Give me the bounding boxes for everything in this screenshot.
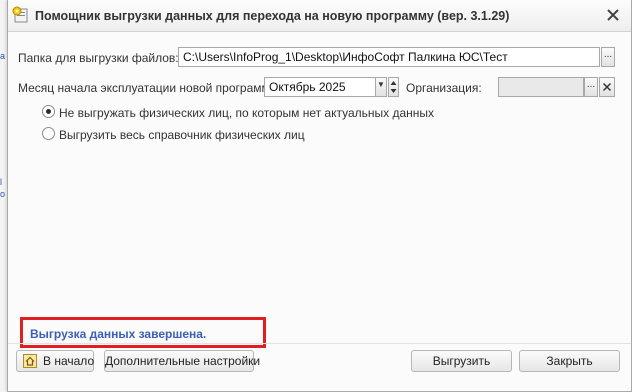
month-spin-button[interactable] (388, 77, 399, 97)
title-bar[interactable]: Помощник выгрузки данных для перехода на… (8, 0, 631, 32)
status-message: Выгрузка данных завершена. (30, 327, 207, 341)
organization-clear-button[interactable] (599, 77, 615, 97)
home-icon (23, 354, 37, 368)
radio-skip-inactive[interactable] (42, 105, 55, 118)
window-title: Помощник выгрузки данных для перехода на… (35, 9, 510, 23)
close-icon[interactable] (605, 7, 621, 23)
footer-divider (8, 343, 631, 344)
folder-label: Папка для выгрузки файлов: (18, 51, 179, 65)
month-label: Месяц начала эксплуатации новой программ… (18, 81, 282, 95)
radio-export-all[interactable] (42, 127, 55, 140)
folder-browse-button[interactable]: ... (601, 47, 615, 67)
spin-arrows-icon (390, 81, 397, 93)
month-input[interactable]: Октябрь 2025 (264, 77, 376, 97)
app-icon (12, 6, 28, 23)
folder-path-input[interactable]: C:\Users\InfoProg_1\Desktop\ИнфоСофт Пал… (178, 47, 600, 67)
home-button[interactable]: В начало (16, 350, 94, 372)
organization-label: Организация: (406, 81, 482, 95)
home-button-label: В начало (43, 354, 95, 368)
radio-skip-inactive-label[interactable]: Не выгружать физических лиц, по которым … (59, 106, 434, 120)
close-button[interactable]: Закрыть (519, 350, 620, 372)
month-dropdown-button[interactable]: ▼ (375, 77, 387, 97)
clear-icon (602, 82, 612, 92)
organization-browse-button[interactable]: ... (584, 77, 598, 97)
organization-input[interactable] (498, 77, 584, 97)
radio-export-all-label[interactable]: Выгрузить весь справочник физических лиц (59, 128, 305, 142)
export-assistant-window: Помощник выгрузки данных для перехода на… (7, 0, 632, 392)
export-button[interactable]: Выгрузить (411, 350, 512, 372)
additional-settings-button[interactable]: Дополнительные настройки (104, 350, 260, 372)
